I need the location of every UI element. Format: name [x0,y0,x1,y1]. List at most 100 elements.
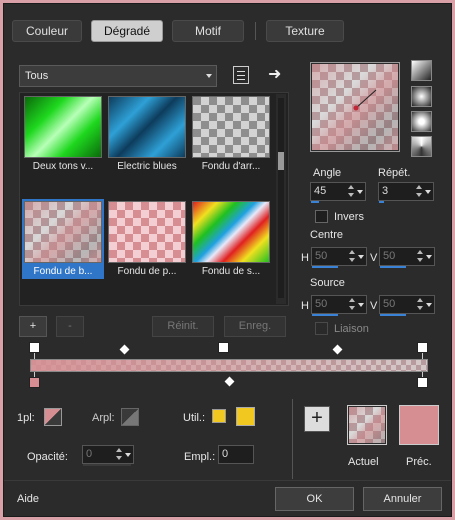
gradient-thumb-caption: Deux tons v... [32,161,94,172]
angle-input[interactable]: 45 [310,182,366,203]
category-select-value: Tous [25,70,49,82]
gradient-thumb[interactable]: Fondu de p... [106,199,188,279]
cancel-button[interactable]: Annuler [363,487,442,511]
user-color-swatch[interactable] [236,407,255,426]
save-button[interactable]: Enreg. [224,316,286,337]
gradient-thumb-image [192,96,270,158]
invert-label: Invers [334,211,364,223]
add-gradient-button[interactable]: + [19,316,47,337]
location-label: Empl.: [184,451,216,463]
angle-handle-icon[interactable] [311,63,401,153]
tab-separator [255,22,256,40]
location-input[interactable]: 0 [218,445,254,464]
current-label: Actuel [348,456,379,468]
opacity-stop-end[interactable] [417,342,428,353]
scrollbar-thumb[interactable] [278,152,284,170]
chevron-down-icon[interactable] [426,303,432,307]
opacity-stop-mid[interactable] [218,342,229,353]
gradient-thumb-selected[interactable]: Fondu de b... [22,199,104,279]
opacity-value: 0 [86,448,93,460]
spin-arrows-icon[interactable] [415,184,423,199]
center-v-label: V [370,252,378,264]
source-v-input[interactable]: 50 [379,295,435,316]
opacity-stop-start[interactable] [29,342,40,353]
chevron-down-icon[interactable] [125,453,131,457]
center-h-slider[interactable] [312,266,338,268]
spin-arrows-icon[interactable] [348,297,356,312]
opacity-label: Opacité: [27,451,68,463]
background-stop-swatch[interactable] [121,408,139,426]
source-v-value: 50 [383,298,396,310]
spin-arrows-icon[interactable] [348,249,356,264]
spin-arrows-icon[interactable] [416,249,424,264]
opacity-input[interactable]: 0 [82,445,134,466]
link-checkbox[interactable] [315,322,328,335]
angle-slider[interactable] [311,201,319,203]
remove-gradient-button[interactable]: - [56,316,84,337]
arrow-right-icon[interactable]: ➜ [268,66,286,84]
spin-arrows-icon[interactable] [347,184,355,199]
opacity-midpoint[interactable] [332,344,343,355]
center-v-input[interactable]: 50 [379,247,435,268]
gradient-thumb[interactable]: Deux tons v... [22,94,104,174]
linear-style-button[interactable] [411,60,432,81]
add-to-swatches-button[interactable]: + [304,406,330,432]
previous-label: Préc. [406,456,432,468]
tab-texture[interactable]: Texture [266,20,344,42]
center-v-value: 50 [383,250,396,262]
location-value: 0 [222,448,229,460]
angle-value: 45 [314,185,327,197]
source-v-slider[interactable] [380,314,406,316]
previous-gradient-swatch[interactable] [399,405,439,445]
center-v-slider[interactable] [380,266,406,268]
angle-label: Angle [313,167,342,179]
gradient-thumb-caption: Electric blues [117,161,177,172]
current-gradient-swatch[interactable] [347,405,387,445]
repeat-slider[interactable] [379,201,384,203]
gradient-thumb-caption: Fondu de b... [33,266,93,277]
tab-pattern[interactable]: Motif [172,20,244,42]
opacity-slider[interactable] [83,464,131,466]
invert-checkbox[interactable] [315,210,328,223]
library-icon[interactable] [233,66,249,84]
gradient-thumb[interactable]: Fondu d'arr... [190,94,272,174]
library-scrollbar[interactable] [276,94,286,304]
chevron-down-icon[interactable] [426,255,432,259]
gradient-thumb-image [24,96,102,158]
reset-button[interactable]: Réinit. [152,316,214,337]
sunburst-style-button[interactable] [411,136,432,157]
color-midpoint[interactable] [224,376,235,387]
radial-style-button[interactable] [411,111,432,132]
tab-gradient[interactable]: Dégradé [91,20,163,42]
gradient-preview[interactable] [310,62,400,152]
chevron-down-icon[interactable] [357,190,363,194]
foreground-stop-swatch[interactable] [44,408,62,426]
chevron-down-icon[interactable] [358,255,364,259]
gradient-thumb-caption: Fondu d'arr... [201,161,261,172]
color-stop-end[interactable] [417,377,428,388]
repeat-input[interactable]: 3 [378,182,434,203]
center-h-input[interactable]: 50 [311,247,367,268]
gradient-thumb-image [192,201,270,263]
spin-arrows-icon[interactable] [115,447,123,462]
chevron-down-icon[interactable] [425,190,431,194]
tab-color[interactable]: Couleur [12,20,82,42]
source-h-label: H [301,300,309,312]
chevron-down-icon[interactable] [358,303,364,307]
gradient-bar[interactable] [30,359,428,372]
help-link[interactable]: Aide [17,493,39,505]
opacity-midpoint[interactable] [119,344,130,355]
user-color-radio[interactable] [212,409,226,423]
source-v-label: V [370,300,378,312]
ok-button[interactable]: OK [275,487,354,511]
gradient-thumb[interactable]: Fondu de s... [190,199,272,279]
color-stop-start[interactable] [29,377,40,388]
category-select[interactable]: Tous [19,65,217,87]
gradient-thumb[interactable]: Electric blues [106,94,188,174]
chevron-down-icon [206,74,212,78]
background-label: Arpl: [92,412,115,424]
source-h-input[interactable]: 50 [311,295,367,316]
source-h-slider[interactable] [312,314,338,316]
spin-arrows-icon[interactable] [416,297,424,312]
rectangular-style-button[interactable] [411,86,432,107]
